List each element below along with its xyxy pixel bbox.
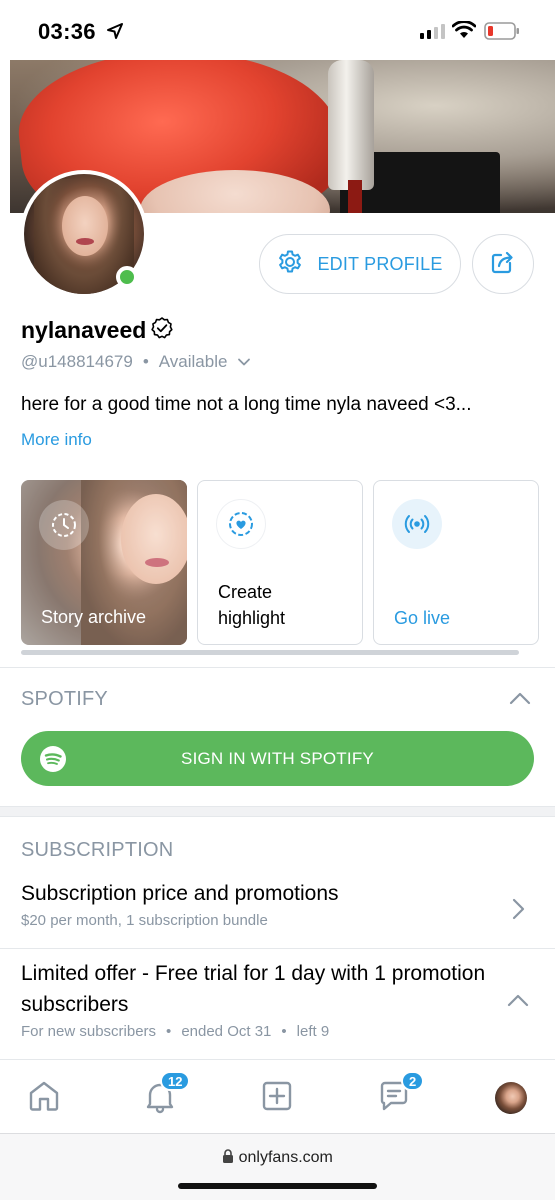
- section-gap: [0, 806, 555, 817]
- chevron-down-icon[interactable]: [237, 352, 251, 372]
- sign-in-spotify-button[interactable]: SIGN IN WITH SPOTIFY: [21, 731, 534, 786]
- avatar: [495, 1082, 527, 1114]
- online-status-dot: [116, 266, 138, 288]
- url-text: onlyfans.com: [238, 1149, 333, 1166]
- notifications-badge: 12: [160, 1071, 191, 1091]
- home-indicator[interactable]: [178, 1183, 377, 1189]
- separator-dot: •: [166, 1023, 172, 1040]
- chevron-up-icon[interactable]: [506, 992, 530, 1013]
- plus-square-icon: [259, 1078, 295, 1119]
- spotify-icon: [39, 745, 67, 778]
- go-live-label: Go live: [394, 608, 451, 628]
- story-archive-label: Story archive: [41, 607, 147, 627]
- profile-bio: here for a good time not a long time nyl…: [21, 394, 472, 415]
- profile-name: nylanaveed: [21, 317, 147, 343]
- offer-audience: For new subscribers: [21, 1023, 157, 1040]
- limited-offer-meta: For new subscribers • ended Oct 31 • lef…: [21, 1023, 329, 1040]
- divider: [0, 667, 555, 668]
- share-icon: [490, 249, 516, 280]
- wifi-icon: [451, 20, 477, 44]
- availability-dropdown[interactable]: Available: [159, 352, 228, 372]
- home-nav-button[interactable]: [24, 1078, 64, 1118]
- story-archive-card[interactable]: Story archive: [21, 480, 187, 645]
- go-live-card[interactable]: Go live: [373, 480, 539, 645]
- offer-end: ended Oct 31: [181, 1023, 272, 1040]
- profile-nav-button[interactable]: [491, 1078, 531, 1118]
- divider: [0, 948, 555, 949]
- clock-history-icon: [39, 500, 89, 550]
- offer-left: left 9: [296, 1023, 330, 1040]
- create-highlight-card[interactable]: Create highlight: [197, 480, 363, 645]
- browser-url-bar[interactable]: onlyfans.com: [0, 1133, 555, 1200]
- bottom-navigation: 12 2: [0, 1059, 555, 1133]
- live-broadcast-icon: [392, 499, 442, 549]
- subscription-price-desc: $20 per month, 1 subscription bundle: [21, 912, 268, 929]
- status-time: 03:36: [38, 19, 96, 44]
- create-highlight-label: Create highlight: [218, 582, 286, 628]
- location-arrow-icon: [106, 22, 124, 45]
- spotify-section-title: SPOTIFY: [21, 688, 108, 710]
- status-bar: 03:36: [0, 0, 555, 60]
- messages-badge: 2: [401, 1071, 425, 1091]
- profile-name-row: nylanaveed: [21, 316, 174, 345]
- edit-profile-button[interactable]: EDIT PROFILE: [259, 234, 461, 294]
- separator-dot: •: [281, 1023, 287, 1040]
- profile-handle: @u148814679: [21, 352, 133, 371]
- limited-offer-title: Limited offer - Free trial for 1 day wit…: [21, 962, 486, 1016]
- more-info-link[interactable]: More info: [21, 430, 92, 450]
- lock-icon: [222, 1149, 238, 1166]
- horizontal-scrollbar[interactable]: [21, 650, 519, 655]
- sign-in-spotify-label: SIGN IN WITH SPOTIFY: [181, 748, 374, 768]
- cellular-signal-icon: [420, 23, 446, 44]
- chevron-right-icon[interactable]: [510, 897, 526, 926]
- new-post-nav-button[interactable]: [257, 1078, 297, 1118]
- separator-dot: •: [142, 352, 149, 371]
- gear-icon: [277, 249, 303, 280]
- highlight-heart-icon: [216, 499, 266, 549]
- url-display[interactable]: onlyfans.com: [0, 1149, 555, 1167]
- edit-profile-label: EDIT PROFILE: [317, 253, 443, 274]
- subscription-price-title[interactable]: Subscription price and promotions: [21, 882, 339, 906]
- verified-badge-icon: [150, 316, 174, 345]
- chevron-up-icon[interactable]: [508, 690, 532, 711]
- subscription-section-title: SUBSCRIPTION: [21, 839, 174, 861]
- battery-low-icon: [484, 22, 520, 45]
- share-profile-button[interactable]: [472, 234, 534, 294]
- home-icon: [26, 1078, 62, 1119]
- handle-row: @u148814679 • Available: [21, 352, 251, 372]
